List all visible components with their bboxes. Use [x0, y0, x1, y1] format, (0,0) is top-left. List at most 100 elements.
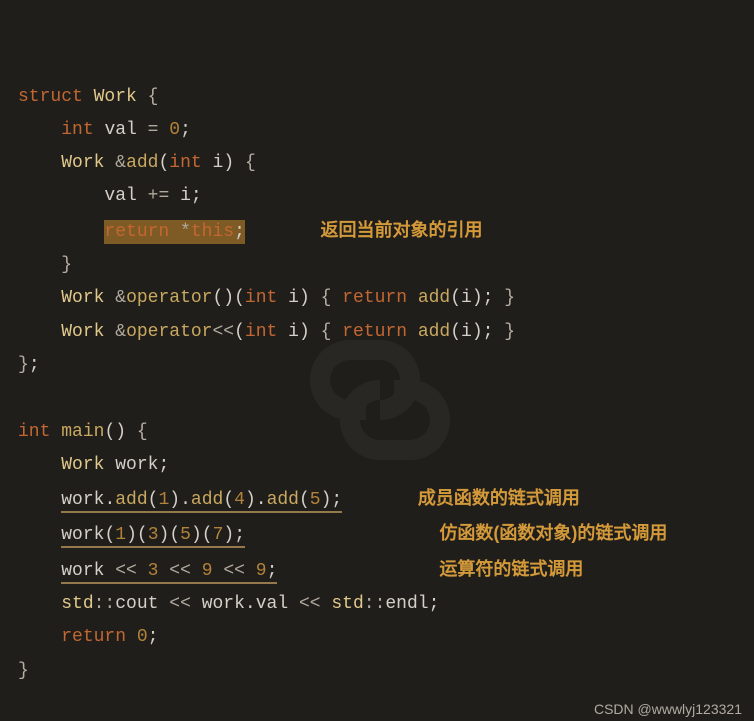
brace-close: }	[504, 288, 515, 308]
num-7: 7	[213, 525, 224, 545]
kw-return: return	[61, 627, 126, 647]
dot: .	[104, 490, 115, 510]
line-9: };	[18, 355, 40, 375]
line-6: }	[18, 255, 72, 275]
id-i: i	[180, 186, 191, 206]
rparen: )	[169, 490, 180, 510]
id-val: val	[104, 120, 136, 140]
brace-close: }	[18, 661, 29, 681]
dot: .	[245, 594, 256, 614]
id-i: i	[461, 322, 472, 342]
semi: ;	[158, 455, 169, 475]
semi: ;	[483, 288, 494, 308]
id-cout: cout	[115, 594, 158, 614]
lparen: (	[158, 153, 169, 173]
kw-int: int	[245, 288, 277, 308]
op-shl: <<	[299, 594, 321, 614]
rparen: )	[115, 422, 126, 442]
id-work: work	[202, 594, 245, 614]
lparen: (	[137, 525, 148, 545]
type-work: Work	[61, 153, 104, 173]
semi: ;	[267, 561, 278, 581]
semi: ;	[191, 186, 202, 206]
num-9: 9	[256, 561, 267, 581]
rparen: )	[299, 322, 310, 342]
line-16: std::cout << work.val << std::endl;	[18, 594, 439, 614]
id-work: work	[61, 490, 104, 510]
line-5: return *this; 返回当前对象的引用	[18, 222, 483, 242]
op-shl: <<	[169, 561, 191, 581]
lparen: (	[212, 288, 223, 308]
id-endl: endl	[385, 594, 428, 614]
num-1: 1	[158, 490, 169, 510]
fn-add: add	[418, 322, 450, 342]
kw-int: int	[61, 120, 93, 140]
note-return-ref: 返回当前对象的引用	[321, 220, 483, 240]
op-star: *	[180, 222, 191, 242]
kw-return: return	[104, 222, 169, 242]
kw-int: int	[18, 422, 50, 442]
id-val: val	[104, 186, 136, 206]
line-18: }	[18, 661, 29, 681]
lparen: (	[450, 322, 461, 342]
rparen: )	[472, 322, 483, 342]
semi: ;	[180, 120, 191, 140]
op-shl: <<	[115, 561, 137, 581]
lparen: (	[234, 288, 245, 308]
kw-operator: operator	[126, 322, 212, 342]
semi: ;	[234, 222, 245, 242]
kw-struct: struct	[18, 87, 83, 107]
line-11: int main() {	[18, 422, 148, 442]
lparen: (	[299, 490, 310, 510]
kw-int: int	[245, 322, 277, 342]
highlight-return-this: return *this;	[104, 220, 244, 244]
id-work: work	[61, 525, 104, 545]
line-8: Work &operator<<(int i) { return add(i);…	[18, 322, 515, 342]
op-shl: <<	[212, 322, 234, 342]
num-5: 5	[310, 490, 321, 510]
fn-add: add	[418, 288, 450, 308]
type-work: Work	[61, 322, 104, 342]
semi: ;	[331, 490, 342, 510]
brace-open: {	[137, 422, 148, 442]
dot: .	[180, 490, 191, 510]
num-3: 3	[148, 561, 159, 581]
lparen: (	[450, 288, 461, 308]
line-4: val += i;	[18, 186, 202, 206]
semi: ;	[234, 525, 245, 545]
fn-add: add	[115, 490, 147, 510]
line-14: work(1)(3)(5)(7); 仿函数(函数对象)的链式调用	[18, 525, 667, 545]
brace-open: {	[148, 87, 159, 107]
id-work: work	[115, 455, 158, 475]
id-work: work	[61, 561, 104, 581]
op-pluseq: +=	[148, 186, 170, 206]
op-amp: &	[115, 153, 126, 173]
kw-return: return	[342, 288, 407, 308]
fn-add: add	[126, 153, 158, 173]
line-15: work << 3 << 9 << 9; 运算符的链式调用	[18, 561, 583, 581]
lparen: (	[223, 490, 234, 510]
semi: ;	[483, 322, 494, 342]
underline-chain-functor: work(1)(3)(5)(7);	[61, 525, 245, 548]
rparen: )	[321, 490, 332, 510]
brace-close: }	[504, 322, 515, 342]
line-3: Work &add(int i) {	[18, 153, 256, 173]
brace-open: {	[245, 153, 256, 173]
rparen: )	[223, 525, 234, 545]
id-val: val	[256, 594, 288, 614]
kw-int: int	[169, 153, 201, 173]
semi: ;	[29, 355, 40, 375]
lparen: (	[104, 525, 115, 545]
rparen: )	[299, 288, 310, 308]
note-chain-member: 成员函数的链式调用	[418, 488, 580, 508]
brace-open: {	[321, 322, 332, 342]
num-0: 0	[137, 627, 148, 647]
brace-close: }	[61, 255, 72, 275]
semi: ;	[148, 627, 159, 647]
note-chain-functor: 仿函数(函数对象)的链式调用	[439, 523, 667, 543]
rparen: )	[159, 525, 170, 545]
fn-main: main	[61, 422, 104, 442]
fn-add: add	[267, 490, 299, 510]
id-i: i	[288, 288, 299, 308]
op-amp: &	[115, 288, 126, 308]
